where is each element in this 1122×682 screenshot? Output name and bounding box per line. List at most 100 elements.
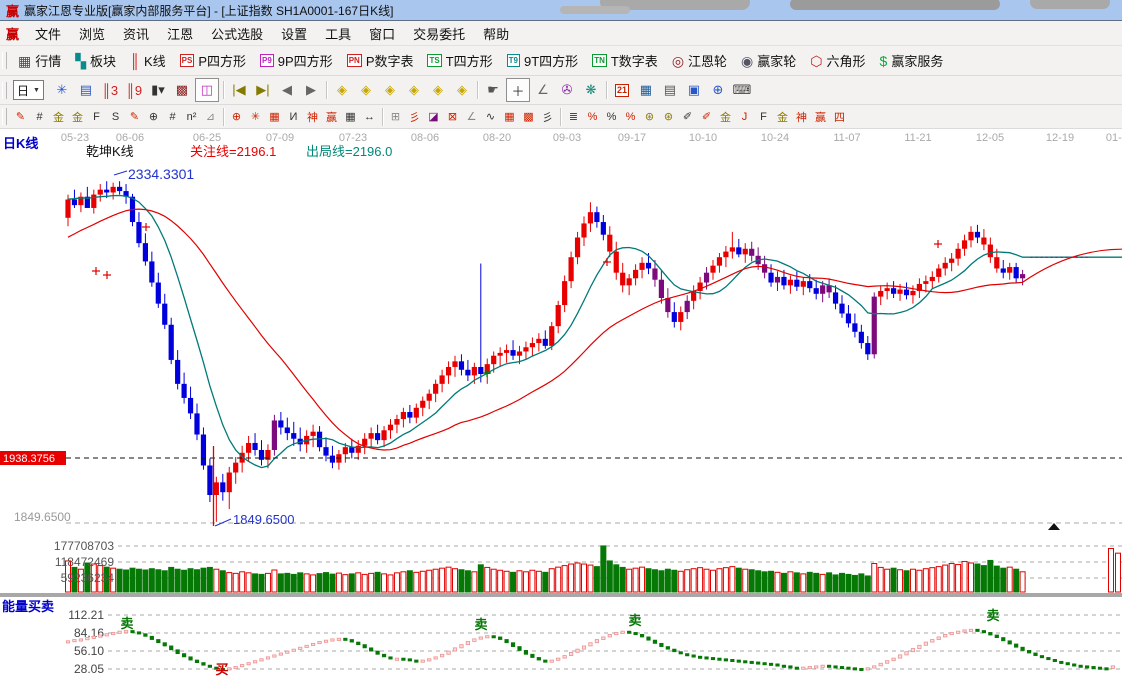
menu-trade-order[interactable]: 交易委托	[404, 22, 474, 45]
si-angle-button[interactable]: 四	[830, 108, 849, 126]
save-button[interactable]: ▣	[683, 79, 705, 101]
gann-circle-cross-button[interactable]: ⊕	[227, 108, 246, 126]
diamond-nav-1-button[interactable]: ◈	[331, 79, 353, 101]
menu-window[interactable]: 窗口	[360, 22, 404, 45]
angle-ruler-button[interactable]: ⊿	[201, 108, 220, 126]
price-grid-button[interactable]: ▦	[500, 108, 519, 126]
shen-angle-button[interactable]: 神	[792, 108, 811, 126]
gold-angle-button[interactable]: 金	[773, 108, 792, 126]
slash-lines-button[interactable]: 彡	[538, 108, 557, 126]
width-measure-button[interactable]: ↔	[360, 108, 379, 126]
maze-chart-button[interactable]: ▩	[171, 79, 193, 101]
n-square-button[interactable]: n²	[182, 108, 201, 126]
chart-area[interactable]: 05-23 06-06 06-25 07-09 07-23 08-06 08-20 09-03…	[0, 129, 1122, 682]
volume-profile-button[interactable]: ◫	[194, 78, 219, 102]
page-next-button[interactable]: ▶	[300, 79, 322, 101]
info-panel-button[interactable]: ▤	[75, 79, 97, 101]
calculator-button[interactable]: ▦	[635, 79, 657, 101]
page-prev-button[interactable]: ◀	[276, 79, 298, 101]
fib-lines-button[interactable]: F	[87, 108, 106, 126]
menu-tools[interactable]: 工具	[316, 22, 360, 45]
gold-red-lines-button[interactable]: 金	[716, 108, 735, 126]
toolbar-item-quotes[interactable]: ▦ 行情	[11, 49, 68, 72]
ying-lines-button[interactable]: 赢	[322, 108, 341, 126]
wave-tool-button[interactable]: И	[284, 108, 303, 126]
toolbar-item-p-number-table[interactable]: PN P数字表	[340, 49, 421, 72]
pen-black-button[interactable]: ✐	[678, 108, 697, 126]
gann-box-button[interactable]: ⊞	[386, 108, 405, 126]
toolbar-grip[interactable]	[2, 108, 7, 125]
percent-line-button[interactable]: %	[621, 108, 640, 126]
gann-star-button[interactable]: ✳	[246, 108, 265, 126]
shen-lines-button[interactable]: 神	[303, 108, 322, 126]
go-first-button[interactable]: |◀	[228, 79, 250, 101]
box-diagonal-button[interactable]: ⊠	[443, 108, 462, 126]
toolbar-item-gann-wheel[interactable]: ◎ 江恩轮	[665, 49, 734, 72]
menu-settings[interactable]: 设置	[272, 22, 316, 45]
grid-123-button[interactable]: ▦	[341, 108, 360, 126]
toolbar-item-winner-wheel[interactable]: ◉ 赢家轮	[734, 49, 803, 72]
ying-angle-button[interactable]: 赢	[811, 108, 830, 126]
crosshair-button[interactable]: ＋	[505, 78, 530, 102]
toolbar-item-kline[interactable]: ║ K线	[123, 49, 173, 72]
angle-measure-button[interactable]: ∠	[532, 79, 554, 101]
gold-ratio-lines-1-button[interactable]: 金	[49, 108, 68, 126]
remote-pc-button[interactable]: ⌨	[731, 79, 753, 101]
gann-pen-button[interactable]: ✎	[11, 108, 30, 126]
menu-formula-picker[interactable]: 公式选股	[202, 22, 272, 45]
web-share-button[interactable]: ⊕	[707, 79, 729, 101]
menu-news[interactable]: 资讯	[114, 22, 158, 45]
toolbar-item-sectors[interactable]: ▚ 板块	[68, 49, 123, 72]
cycle-9-bars-button[interactable]: ║9	[123, 79, 145, 101]
kline-chart[interactable]: 05-23 06-06 06-25 07-09 07-23 08-06 08-20 09-03…	[0, 129, 1122, 682]
period-selector[interactable]: 日 ▼	[13, 80, 44, 100]
toolbar-grip[interactable]	[2, 52, 7, 69]
diamond-nav-3-button[interactable]: ◈	[379, 79, 401, 101]
toolbar-item-nine-p-square[interactable]: P9 9P四方形	[253, 49, 340, 72]
spiral-tool-button[interactable]: S	[106, 108, 125, 126]
cycle-circle-button[interactable]: ⊕	[144, 108, 163, 126]
gold-circle-2-button[interactable]: ⊛	[659, 108, 678, 126]
tool-purple-button[interactable]: ✇	[556, 79, 578, 101]
go-last-button[interactable]: ▶|	[252, 79, 274, 101]
menu-gann[interactable]: 江恩	[158, 22, 202, 45]
formula-star-button[interactable]: ✳	[51, 79, 73, 101]
percent-retrace-button[interactable]: %	[602, 108, 621, 126]
notepad-button[interactable]: ▤	[659, 79, 681, 101]
child-window-icon[interactable]: 赢	[6, 24, 19, 43]
time-grid-button[interactable]: ▩	[519, 108, 538, 126]
f-angle-button[interactable]: F	[754, 108, 773, 126]
menu-browse[interactable]: 浏览	[70, 22, 114, 45]
fan-lines-button[interactable]: 彡	[405, 108, 424, 126]
candle-style-button[interactable]: ▮▾	[147, 79, 169, 101]
gann-web-button[interactable]: ▦	[265, 108, 284, 126]
toolbar-item-t-number-table[interactable]: TN T数字表	[585, 49, 665, 72]
menu-help[interactable]: 帮助	[474, 22, 518, 45]
toolbar-item-hexagon[interactable]: ⬡ 六角形	[803, 49, 872, 72]
time-lines-button[interactable]: #	[163, 108, 182, 126]
diamond-nav-6-button[interactable]: ◈	[451, 79, 473, 101]
scale-tool-button[interactable]: ≣	[564, 108, 583, 126]
percent-retrace-red-button[interactable]: %	[583, 108, 602, 126]
pen-red-button[interactable]: ✐	[697, 108, 716, 126]
price-pen-button[interactable]: ✎	[125, 108, 144, 126]
menu-file[interactable]: 文件	[26, 22, 70, 45]
fan-box-button[interactable]: ◪	[424, 108, 443, 126]
wave-w-button[interactable]: ∿	[481, 108, 500, 126]
gold-circle-1-button[interactable]: ⊛	[640, 108, 659, 126]
pan-hand-button[interactable]: ☛	[482, 79, 504, 101]
diamond-nav-4-button[interactable]: ◈	[403, 79, 425, 101]
diamond-nav-5-button[interactable]: ◈	[427, 79, 449, 101]
toolbar-item-nine-t-square[interactable]: T9 9T四方形	[500, 49, 586, 72]
cycle-3-bars-button[interactable]: ║3	[99, 79, 121, 101]
diamond-nav-2-button[interactable]: ◈	[355, 79, 377, 101]
calendar-button[interactable]: 21	[611, 79, 633, 101]
toolbar-item-winner-service[interactable]: $ 赢家服务	[873, 49, 951, 72]
time-division-lines-button[interactable]: #	[30, 108, 49, 126]
j-angle-button[interactable]: J	[735, 108, 754, 126]
tool-teal-button[interactable]: ❋	[580, 79, 602, 101]
toolbar-item-p-square[interactable]: PS P四方形	[173, 49, 253, 72]
toolbar-item-t-square[interactable]: TS T四方形	[420, 49, 499, 72]
angle-tool-button[interactable]: ∠	[462, 108, 481, 126]
gold-ratio-lines-2-button[interactable]: 金	[68, 108, 87, 126]
